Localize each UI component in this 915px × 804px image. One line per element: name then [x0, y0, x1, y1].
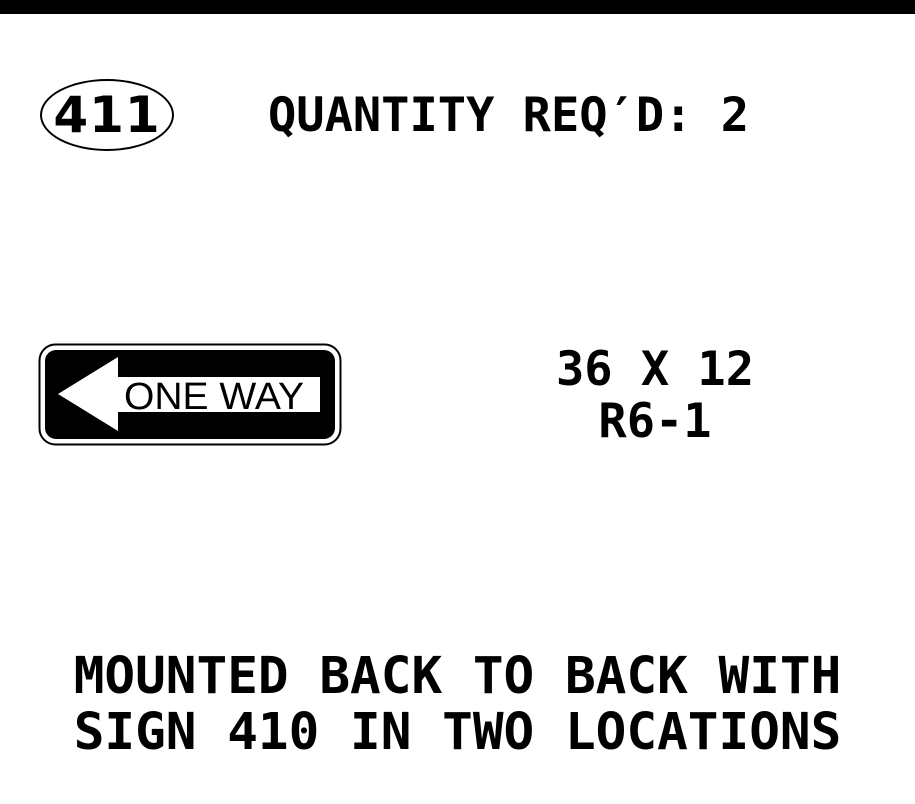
mounting-note-line-1: MOUNTED BACK TO BACK WITH	[73, 647, 842, 706]
one-way-sign: ONE WAY	[38, 343, 342, 446]
quantity-required: QUANTITY REQ′D: 2	[268, 88, 750, 143]
mounting-note: MOUNTED BACK TO BACK WITH SIGN 410 IN TW…	[0, 649, 915, 761]
sign-code: R6-1	[598, 394, 712, 449]
top-border-rule	[0, 0, 915, 14]
sign-spec: 36 X 12 R6-1	[500, 344, 810, 448]
mounting-note-line-2: SIGN 410 IN TWO LOCATIONS	[73, 703, 842, 762]
sign-legend: ONE WAY	[124, 376, 304, 418]
one-way-sign-graphic: ONE WAY	[38, 343, 342, 446]
sign-number: 411	[53, 86, 161, 144]
sign-size: 36 X 12	[555, 342, 755, 397]
sign-number-oval: 411	[40, 79, 174, 151]
